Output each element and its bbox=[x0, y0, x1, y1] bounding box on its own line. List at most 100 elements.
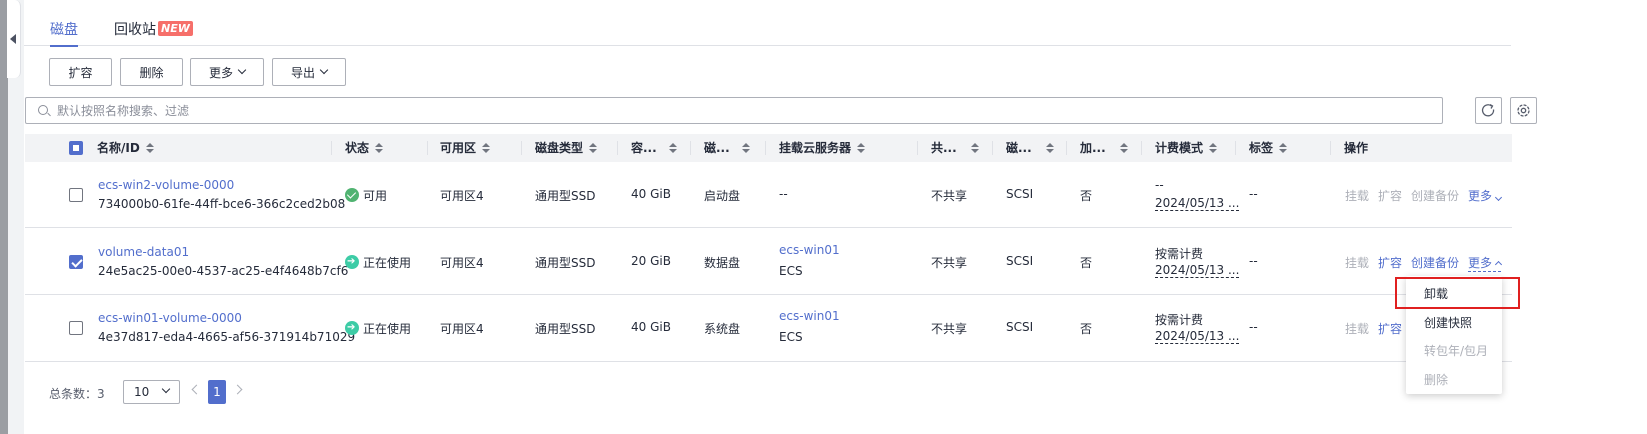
sort-icon bbox=[589, 143, 598, 153]
arrow-circle-icon bbox=[345, 320, 359, 336]
menu-item-convert-yearly-monthly: 转包年/包月 bbox=[1424, 344, 1489, 358]
refresh-button[interactable] bbox=[1475, 97, 1502, 124]
delete-button[interactable]: 删除 bbox=[120, 58, 183, 86]
column-divider[interactable] bbox=[992, 141, 993, 155]
chevron-down-icon bbox=[1494, 193, 1502, 202]
status-cell: 正在使用 bbox=[345, 320, 411, 337]
header-status-label: 状态 bbox=[345, 141, 370, 155]
column-divider[interactable] bbox=[617, 141, 618, 155]
billing-mode: -- bbox=[1155, 178, 1164, 192]
column-divider[interactable] bbox=[331, 141, 332, 155]
settings-button[interactable] bbox=[1510, 97, 1537, 124]
header-share[interactable]: 共... bbox=[931, 134, 979, 162]
header-disk-attr-label: 磁... bbox=[704, 141, 730, 155]
status-cell: 正在使用 bbox=[345, 254, 411, 271]
more-actions-button[interactable]: 更多 bbox=[190, 58, 264, 86]
chevron-down-icon bbox=[319, 65, 329, 75]
create-backup-action[interactable]: 创建备份 bbox=[1411, 254, 1459, 272]
column-divider[interactable] bbox=[917, 141, 918, 155]
gear-icon bbox=[1517, 104, 1530, 117]
header-name[interactable]: 名称/ID bbox=[97, 134, 154, 162]
disk-name-link[interactable]: ecs-win01-volume-0000 bbox=[98, 311, 242, 325]
select-all-checkbox[interactable] bbox=[69, 141, 83, 155]
column-divider[interactable] bbox=[521, 141, 522, 155]
expand-action[interactable]: 扩容 bbox=[1378, 320, 1402, 337]
column-divider[interactable] bbox=[1330, 141, 1331, 155]
table-row: volume-data01 24e5ac25-00e0-4537-ac25-e4… bbox=[25, 228, 1512, 295]
more-action[interactable]: 更多 bbox=[1468, 254, 1502, 272]
disk-type-cell: 通用型SSD bbox=[535, 189, 596, 203]
header-az-label: 可用区 bbox=[440, 141, 477, 155]
expand-action[interactable]: 扩容 bbox=[1378, 254, 1402, 272]
column-divider[interactable] bbox=[1141, 141, 1142, 155]
share-cell: 不共享 bbox=[931, 322, 968, 336]
active-tab-underline bbox=[50, 45, 78, 47]
header-disk-type[interactable]: 磁盘类型 bbox=[535, 134, 598, 162]
billing-date[interactable]: 2024/05/13 ... bbox=[1155, 263, 1240, 278]
header-server-label: 挂载云服务器 bbox=[779, 141, 852, 155]
header-billing[interactable]: 计费模式 bbox=[1155, 134, 1218, 162]
collapse-sidebar-toggle[interactable] bbox=[7, 0, 21, 78]
current-page[interactable]: 1 bbox=[208, 380, 226, 404]
header-tags[interactable]: 标签 bbox=[1249, 134, 1288, 162]
header-status[interactable]: 状态 bbox=[345, 134, 384, 162]
attach-action: 挂载 bbox=[1345, 322, 1370, 336]
billing-date[interactable]: 2024/05/13 ... bbox=[1155, 329, 1240, 344]
search-input[interactable] bbox=[57, 102, 1417, 120]
tab-recycle-bin[interactable]: 回收站 NEW bbox=[114, 19, 193, 39]
row-checkbox[interactable] bbox=[69, 321, 83, 335]
refresh-icon bbox=[1481, 103, 1495, 117]
sort-icon bbox=[482, 143, 491, 153]
header-operations: 操作 bbox=[1344, 134, 1368, 162]
more-action-label: 更多 bbox=[1468, 256, 1493, 270]
sort-icon bbox=[145, 143, 154, 153]
chevron-up-icon bbox=[1494, 260, 1502, 269]
disk-name-link[interactable]: ecs-win2-volume-0000 bbox=[98, 178, 234, 192]
server-type: ECS bbox=[779, 264, 803, 278]
more-action[interactable]: 更多 bbox=[1468, 187, 1502, 204]
column-divider[interactable] bbox=[1066, 141, 1067, 155]
tab-bar: 磁盘 回收站 NEW bbox=[24, 0, 1511, 47]
header-encryption-label: 加... bbox=[1080, 141, 1106, 155]
capacity-cell: 20 GiB bbox=[631, 254, 671, 268]
header-disk-mode-label: 磁... bbox=[1006, 141, 1032, 155]
page-size-select[interactable]: 10 bbox=[123, 380, 180, 404]
share-cell: 不共享 bbox=[931, 189, 968, 203]
header-billing-label: 计费模式 bbox=[1155, 141, 1204, 155]
server-link[interactable]: ecs-win01 bbox=[779, 309, 840, 323]
encryption-cell: 否 bbox=[1080, 256, 1093, 270]
disk-name-link[interactable]: volume-data01 bbox=[98, 245, 189, 259]
header-encryption[interactable]: 加... bbox=[1080, 134, 1128, 162]
header-az[interactable]: 可用区 bbox=[440, 134, 491, 162]
highlight-annotation-box bbox=[1395, 277, 1520, 309]
chevron-down-icon bbox=[161, 384, 171, 394]
disk-mode-cell: SCSI bbox=[1006, 187, 1034, 201]
disk-attr-cell: 系统盘 bbox=[704, 322, 741, 336]
server-link[interactable]: ecs-win01 bbox=[779, 243, 840, 257]
disk-attr-cell: 数据盘 bbox=[704, 256, 741, 270]
header-server[interactable]: 挂载云服务器 bbox=[779, 134, 866, 162]
row-operations: 挂载 扩容 bbox=[1345, 320, 1402, 337]
search-icon bbox=[38, 105, 48, 115]
tab-disks[interactable]: 磁盘 bbox=[50, 19, 78, 47]
more-action-label: 更多 bbox=[1468, 189, 1493, 203]
row-checkbox[interactable] bbox=[69, 188, 83, 202]
disk-mode-cell: SCSI bbox=[1006, 254, 1034, 268]
column-divider[interactable] bbox=[1235, 141, 1236, 155]
header-capacity[interactable]: 容... bbox=[631, 134, 677, 162]
column-divider[interactable] bbox=[765, 141, 766, 155]
column-divider[interactable] bbox=[690, 141, 691, 155]
delete-button-label: 删除 bbox=[139, 65, 164, 80]
column-divider[interactable] bbox=[427, 141, 428, 155]
row-checkbox[interactable] bbox=[69, 255, 83, 269]
header-disk-mode[interactable]: 磁... bbox=[1006, 134, 1054, 162]
header-disk-attr[interactable]: 磁... bbox=[704, 134, 750, 162]
export-button[interactable]: 导出 bbox=[272, 58, 346, 86]
header-name-label: 名称/ID bbox=[97, 141, 140, 155]
table-row: ecs-win01-volume-0000 4e37d817-eda4-4665… bbox=[25, 295, 1512, 362]
expand-button[interactable]: 扩容 bbox=[49, 58, 112, 86]
billing-date[interactable]: 2024/05/13 ... bbox=[1155, 196, 1240, 211]
menu-item-create-snapshot[interactable]: 创建快照 bbox=[1424, 314, 1472, 331]
check-circle-icon bbox=[345, 188, 359, 202]
sort-icon bbox=[1209, 143, 1218, 153]
